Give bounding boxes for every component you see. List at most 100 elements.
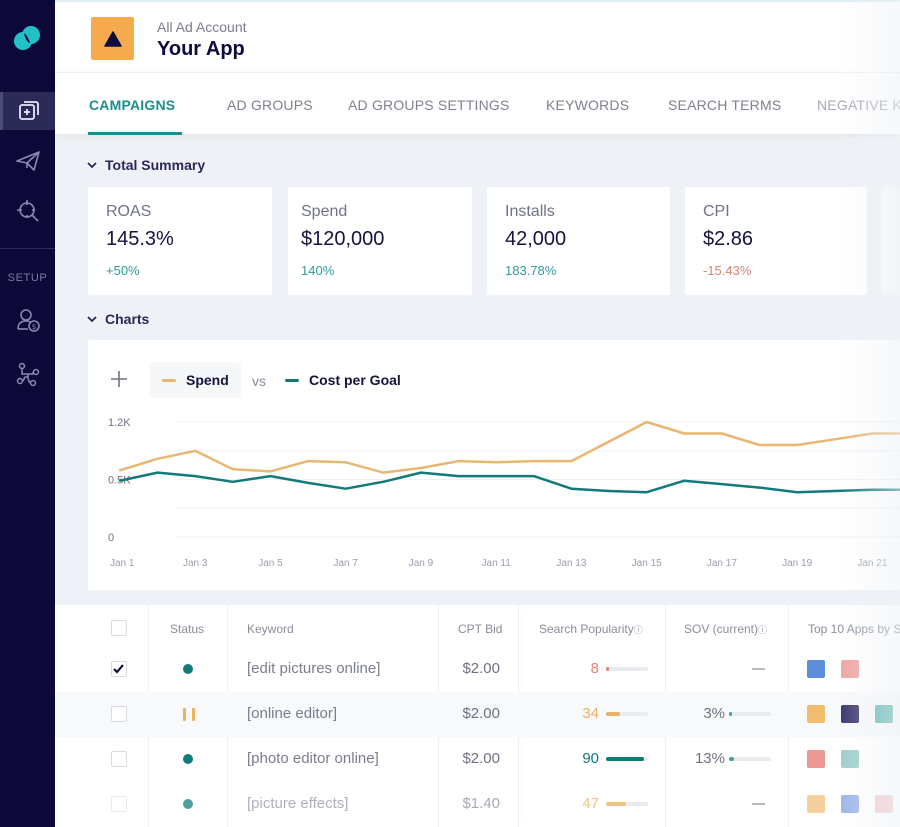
- status-active-icon[interactable]: [183, 754, 193, 764]
- data-point[interactable]: [683, 479, 686, 482]
- data-point[interactable]: [306, 459, 310, 463]
- data-point[interactable]: [795, 443, 799, 447]
- tab-ad-groups-settings[interactable]: AD GROUPS SETTINGS: [348, 97, 510, 113]
- top-app-icon[interactable]: [841, 660, 859, 678]
- top-app-icon[interactable]: [807, 750, 825, 768]
- sidebar-item-integrations[interactable]: [0, 355, 55, 393]
- data-point[interactable]: [457, 474, 460, 478]
- sidebar-item-send[interactable]: [0, 142, 55, 180]
- keyword-cell[interactable]: [online editor]: [247, 705, 337, 722]
- top-app-icon[interactable]: [841, 795, 859, 813]
- app-icon[interactable]: [91, 17, 134, 60]
- data-point[interactable]: [494, 461, 498, 464]
- row-checkbox[interactable]: [111, 751, 127, 767]
- data-point[interactable]: [720, 432, 724, 435]
- table-row[interactable]: [picture effects] $1.40 47: [55, 782, 900, 827]
- row-checkbox[interactable]: [111, 796, 127, 812]
- cpt-bid-cell[interactable]: $1.40: [425, 795, 500, 812]
- tab-search-terms[interactable]: SEARCH TERMS: [668, 97, 781, 113]
- data-point[interactable]: [607, 489, 611, 493]
- tab-campaigns[interactable]: CAMPAIGNS: [89, 97, 175, 113]
- cpt-bid-cell[interactable]: $2.00: [425, 705, 500, 722]
- info-circle-icon[interactable]: ⓘ: [758, 625, 767, 635]
- data-point[interactable]: [833, 489, 836, 493]
- header-sov[interactable]: SOV (current)ⓘ: [684, 622, 767, 636]
- data-point[interactable]: [194, 474, 197, 478]
- top-app-icon[interactable]: [875, 705, 893, 723]
- data-point[interactable]: [532, 474, 536, 478]
- keyword-cell[interactable]: [photo editor online]: [247, 750, 379, 767]
- sidebar-item-billing-users[interactable]: $: [0, 301, 55, 339]
- data-point[interactable]: [231, 480, 235, 483]
- data-point[interactable]: [118, 479, 122, 482]
- top-app-icon[interactable]: [807, 660, 825, 678]
- status-active-icon[interactable]: [183, 799, 193, 809]
- table-row[interactable]: [photo editor online] $2.00 90 13%: [55, 737, 900, 782]
- data-point[interactable]: [645, 420, 648, 424]
- data-point[interactable]: [645, 490, 648, 494]
- data-point[interactable]: [231, 467, 235, 471]
- data-point[interactable]: [758, 443, 761, 447]
- data-point[interactable]: [833, 438, 836, 441]
- tab-keywords[interactable]: KEYWORDS: [546, 97, 629, 113]
- sidebar-item-campaigns[interactable]: [0, 92, 55, 130]
- data-point[interactable]: [156, 471, 159, 474]
- account-label[interactable]: All Ad Account: [157, 19, 247, 35]
- data-point[interactable]: [532, 459, 536, 463]
- header-search-popularity[interactable]: Search Popularityⓘ: [539, 622, 643, 636]
- table-row[interactable]: [edit pictures online] $2.00 8: [55, 647, 900, 692]
- keyword-cell[interactable]: [picture effects]: [247, 795, 348, 812]
- row-checkbox[interactable]: [111, 661, 127, 677]
- status-paused-icon[interactable]: [183, 708, 195, 721]
- data-point[interactable]: [795, 490, 799, 494]
- data-point[interactable]: [118, 469, 122, 472]
- status-active-icon[interactable]: [183, 664, 193, 674]
- data-point[interactable]: [570, 459, 573, 463]
- cpt-bid-cell[interactable]: $2.00: [425, 660, 500, 677]
- header-top-apps[interactable]: Top 10 Apps by S: [808, 622, 900, 636]
- data-point[interactable]: [156, 457, 159, 460]
- sidebar-item-search-target[interactable]: [0, 192, 55, 230]
- data-point[interactable]: [758, 486, 761, 489]
- app-name[interactable]: Your App: [157, 38, 245, 61]
- data-point[interactable]: [194, 449, 197, 452]
- select-all-checkbox[interactable]: [111, 620, 127, 636]
- charts-toggle[interactable]: Charts: [87, 311, 149, 327]
- cpt-bid-cell[interactable]: $2.00: [425, 750, 500, 767]
- top-app-icon[interactable]: [807, 705, 825, 723]
- top-app-icon[interactable]: [807, 795, 825, 813]
- data-point[interactable]: [871, 488, 874, 492]
- top-app-icon[interactable]: [875, 795, 893, 813]
- data-point[interactable]: [344, 487, 347, 490]
- header-keyword[interactable]: Keyword: [247, 622, 294, 636]
- info-circle-icon[interactable]: ⓘ: [634, 625, 643, 635]
- series-line-spend[interactable]: [119, 420, 900, 474]
- header-status[interactable]: Status: [170, 622, 204, 636]
- data-point[interactable]: [269, 470, 272, 473]
- data-point[interactable]: [306, 481, 310, 485]
- data-point[interactable]: [419, 471, 423, 474]
- data-point[interactable]: [720, 482, 724, 486]
- top-app-icon[interactable]: [841, 705, 859, 723]
- total-summary-toggle[interactable]: Total Summary: [87, 157, 205, 173]
- data-point[interactable]: [382, 471, 385, 474]
- top-app-icon[interactable]: [841, 750, 859, 768]
- tab-ad-groups[interactable]: AD GROUPS: [227, 97, 313, 113]
- data-point[interactable]: [494, 474, 498, 478]
- data-point[interactable]: [570, 487, 573, 490]
- row-checkbox[interactable]: [111, 706, 127, 722]
- data-point[interactable]: [269, 474, 272, 478]
- data-point[interactable]: [457, 459, 460, 463]
- data-point[interactable]: [683, 432, 686, 435]
- header-cpt-bid[interactable]: CPT Bid: [458, 622, 502, 636]
- data-point[interactable]: [871, 432, 874, 435]
- keyword-cell[interactable]: [edit pictures online]: [247, 660, 380, 677]
- data-point[interactable]: [607, 440, 611, 443]
- data-point[interactable]: [382, 480, 385, 483]
- data-point[interactable]: [419, 466, 423, 470]
- app-logo-icon[interactable]: [12, 24, 42, 52]
- data-point[interactable]: [344, 461, 347, 464]
- series-line-cost-per-goal[interactable]: [119, 471, 900, 494]
- table-row[interactable]: [online editor] $2.00 34 3%: [55, 692, 900, 737]
- tab-negative-keywords[interactable]: NEGATIVE K: [817, 97, 900, 113]
